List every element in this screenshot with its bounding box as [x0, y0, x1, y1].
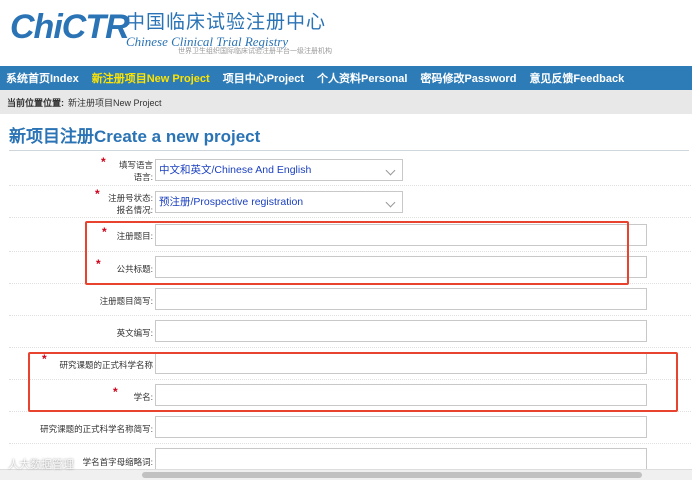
watermark: 人大数据管理	[8, 459, 74, 471]
breadcrumb: 当前位置位置: 新注册项目New Project	[0, 90, 692, 114]
form-row-en-abbr: 英文编写:	[9, 318, 691, 348]
sci-abbr-label: 研究课题的正式科学名称简写:	[40, 424, 153, 434]
highlight-box-scientific	[28, 352, 678, 412]
form-row-title-abbr: 注册题目简写:	[9, 286, 691, 316]
title-abbr-label: 注册题目简写:	[99, 296, 153, 306]
acronym-label: 学名首字母缩略词:	[82, 457, 153, 467]
logo-text: 中国临床试验注册中心 Chinese Clinical Trial Regist…	[126, 7, 326, 50]
en-abbr-label: 英文编写:	[116, 328, 153, 338]
main-nav: 系统首页Index 新注册项目New Project 项目中心Project 个…	[0, 66, 692, 90]
nav-new-project[interactable]: 新注册项目New Project	[92, 70, 210, 86]
en-abbr-input[interactable]	[155, 320, 647, 342]
status-label-2: 报名情况:	[116, 205, 153, 215]
form-row-language: * 填写语言 语言: 中文和英文/Chinese And English	[9, 155, 691, 186]
scrollbar-thumb[interactable]	[142, 472, 642, 478]
chictr-logo[interactable]: ChiCTR	[10, 7, 130, 47]
status-label-1: 注册号状态:	[108, 193, 153, 203]
nav-password[interactable]: 密码修改Password	[420, 70, 516, 86]
site-header: ChiCTR 中国临床试验注册中心 Chinese Clinical Trial…	[0, 0, 692, 66]
highlight-box-titles	[85, 221, 629, 285]
logo-mark: ChiCTR	[10, 7, 130, 46]
acronym-input[interactable]	[155, 448, 647, 470]
title-divider	[9, 150, 689, 151]
language-label-2: 语言:	[133, 172, 153, 182]
logo-title-cn: 中国临床试验注册中心	[126, 11, 327, 33]
logo-subtitle: 世界卫生组织国际临床试验注册平台一级注册机构	[178, 48, 332, 55]
language-select-value: 中文和英文/Chinese And English	[159, 164, 312, 176]
nav-project[interactable]: 项目中心Project	[223, 70, 304, 86]
form-row-sci-abbr: 研究课题的正式科学名称简写:	[9, 414, 691, 444]
title-abbr-input[interactable]	[155, 288, 647, 310]
form-row-status: * 注册号状态: 报名情况: 预注册/Prospective registrat…	[9, 187, 691, 218]
page: ChiCTR 中国临床试验注册中心 Chinese Clinical Trial…	[0, 0, 692, 480]
status-select-value: 预注册/Prospective registration	[159, 196, 304, 208]
chevron-down-icon	[385, 197, 396, 208]
nav-index[interactable]: 系统首页Index	[6, 70, 79, 86]
language-select[interactable]: 中文和英文/Chinese And English	[155, 159, 403, 181]
breadcrumb-current[interactable]: 新注册项目New Project	[68, 96, 162, 109]
sci-abbr-input[interactable]	[155, 416, 647, 438]
nav-feedback[interactable]: 意见反馈Feedback	[529, 70, 624, 86]
page-title: 新项目注册Create a new project	[9, 127, 261, 146]
status-select[interactable]: 预注册/Prospective registration	[155, 191, 403, 213]
required-star: *	[101, 155, 106, 169]
chevron-down-icon	[385, 165, 396, 176]
horizontal-scrollbar[interactable]	[0, 469, 692, 480]
language-label-1: 填写语言	[118, 160, 153, 170]
nav-personal[interactable]: 个人资料Personal	[317, 70, 407, 86]
required-star: *	[95, 187, 100, 201]
breadcrumb-prefix: 当前位置位置:	[7, 97, 64, 108]
